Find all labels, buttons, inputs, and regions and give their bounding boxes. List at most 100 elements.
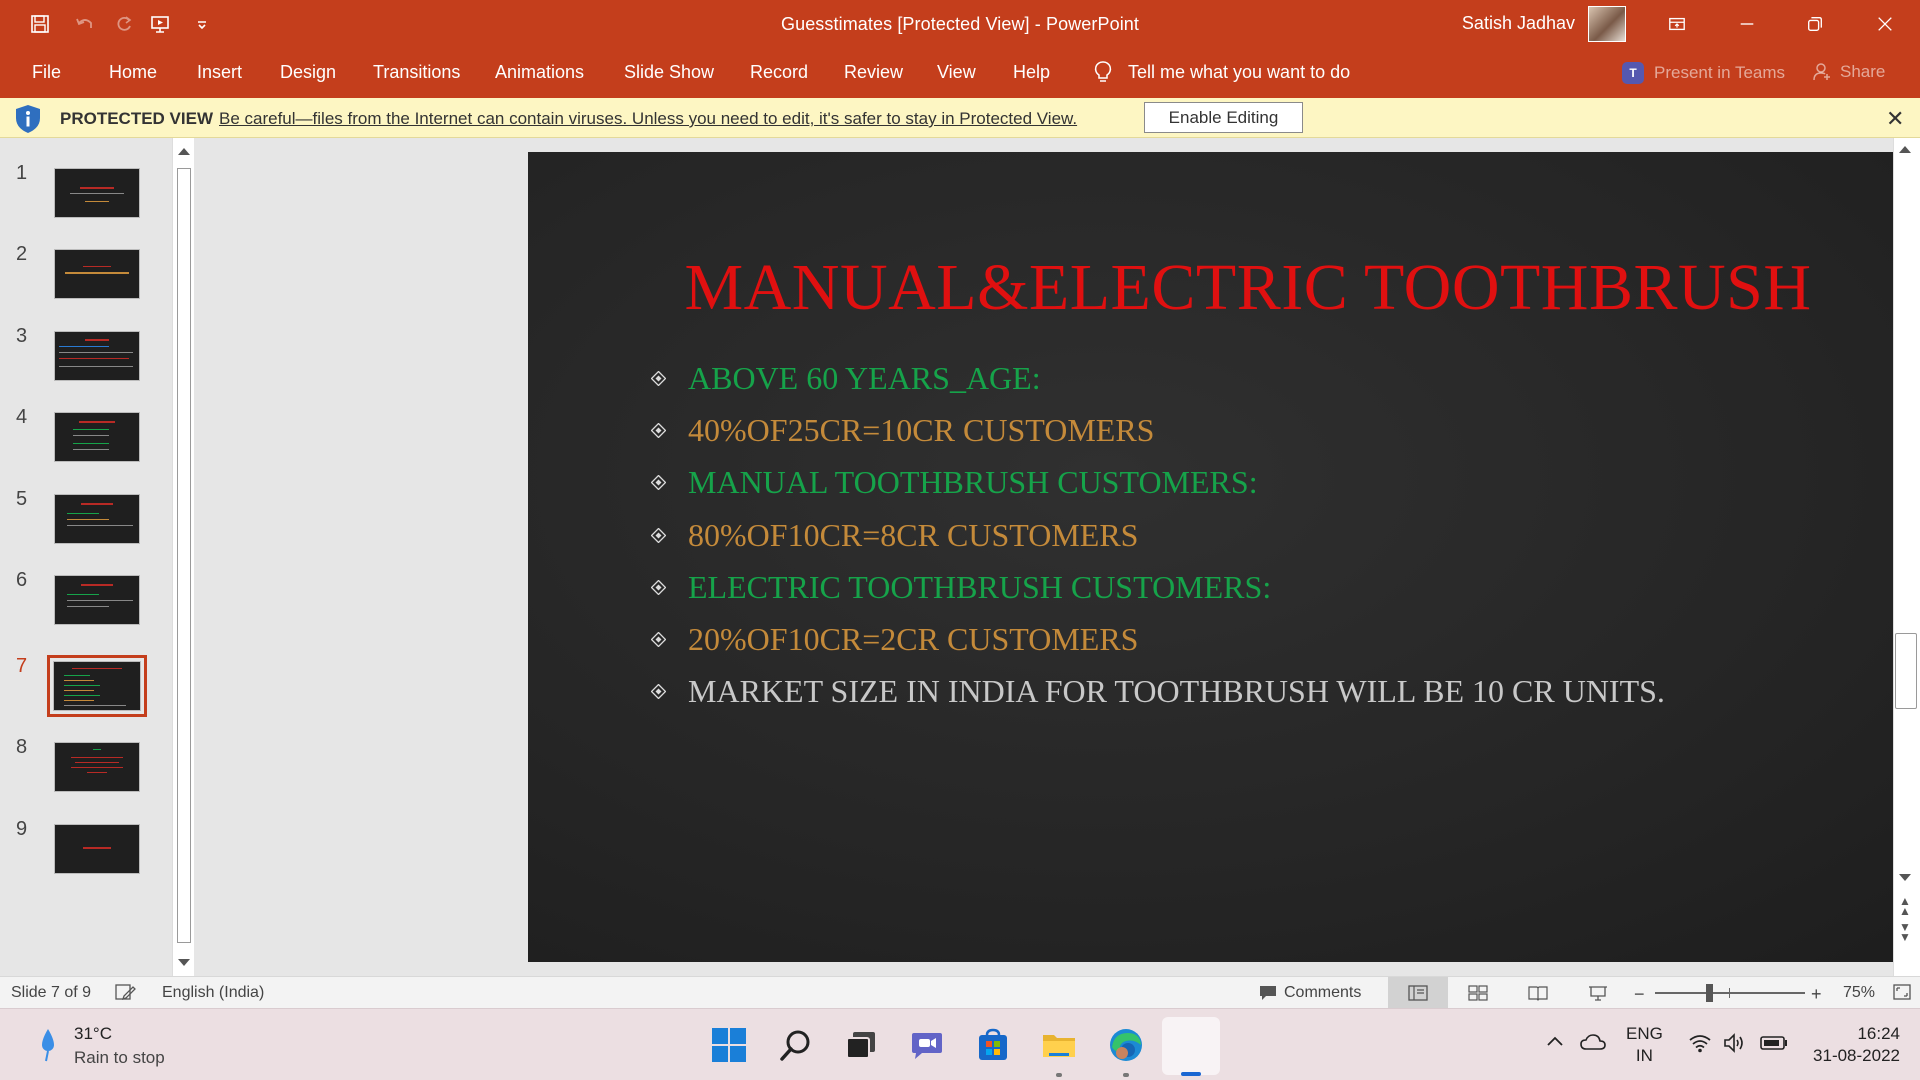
diamond-bullet-icon	[651, 579, 666, 595]
tab-review[interactable]: Review	[844, 62, 903, 83]
edge-browser-button[interactable]	[1106, 1025, 1146, 1065]
status-bar: Slide 7 of 9 English (India) Comments − …	[0, 976, 1920, 1009]
share-button[interactable]: Share	[1812, 62, 1885, 82]
tab-insert[interactable]: Insert	[197, 62, 242, 83]
tab-design[interactable]: Design	[280, 62, 336, 83]
tell-me-text: Tell me what you want to do	[1128, 61, 1351, 82]
tab-transitions[interactable]: Transitions	[373, 62, 460, 83]
weather-description[interactable]: Rain to stop	[74, 1048, 165, 1068]
tell-me-search[interactable]: Tell me what you want to do	[1092, 60, 1350, 84]
slide-scrollbar[interactable]	[1893, 138, 1920, 976]
bullet-item: 20%OF10CR=2CR CUSTOMERS	[651, 613, 1901, 665]
slide-thumbnail-2[interactable]	[54, 249, 140, 299]
zoom-level[interactable]: 75%	[1843, 984, 1875, 1002]
show-hidden-icons-button[interactable]	[1545, 1033, 1565, 1053]
search-button[interactable]	[776, 1025, 816, 1065]
slide-thumbnail-7[interactable]	[53, 661, 141, 711]
zoom-out-button[interactable]: −	[1634, 984, 1645, 1005]
ribbon-display-icon	[1669, 17, 1685, 31]
slide-thumbnail-1[interactable]	[54, 168, 140, 218]
system-clock[interactable]: 16:24 31-08-2022	[1813, 1023, 1900, 1067]
bullet-text: MANUAL TOOTHBRUSH CUSTOMERS:	[688, 464, 1258, 501]
scroll-down-arrow[interactable]	[1899, 874, 1911, 881]
thumbnail-number: 7	[16, 655, 28, 677]
bullet-item: MANUAL TOOTHBRUSH CUSTOMERS:	[651, 456, 1901, 508]
input-language-indicator[interactable]: ENG IN	[1626, 1023, 1663, 1067]
fit-to-window-icon[interactable]	[1891, 982, 1913, 1002]
start-button[interactable]	[709, 1025, 749, 1065]
slide-thumbnail-9[interactable]	[54, 824, 140, 874]
user-name[interactable]: Satish Jadhav	[1462, 13, 1575, 34]
task-view-button[interactable]	[841, 1025, 881, 1065]
battery-button[interactable]	[1760, 1035, 1788, 1056]
bullet-text: 20%OF10CR=2CR CUSTOMERS	[688, 620, 1139, 657]
scrollbar-thumb[interactable]	[1895, 633, 1917, 709]
accessibility-notes-icon[interactable]	[114, 982, 136, 1002]
slide-show-view-button[interactable]	[1568, 977, 1628, 1009]
slide-thumbnail-8[interactable]	[54, 742, 140, 792]
reading-view-button[interactable]	[1508, 977, 1568, 1009]
restore-button[interactable]	[1786, 0, 1844, 48]
diamond-bullet-icon	[651, 527, 666, 543]
grid-icon	[1468, 985, 1488, 1001]
zoom-in-button[interactable]: +	[1811, 984, 1822, 1005]
person-add-icon	[1813, 63, 1830, 81]
slide-thumbnail-6[interactable]	[54, 575, 140, 625]
slide-thumbnail-3[interactable]	[54, 331, 140, 381]
scroll-down-arrow[interactable]	[178, 959, 190, 966]
scroll-up-arrow[interactable]	[178, 148, 190, 155]
powerpoint-taskbar-button[interactable]	[1162, 1017, 1220, 1075]
close-message-bar-button[interactable]: ✕	[1886, 106, 1904, 132]
zoom-slider-track[interactable]	[1655, 992, 1805, 994]
avatar[interactable]	[1588, 6, 1626, 42]
zoom-slider-handle[interactable]	[1706, 984, 1713, 1002]
language-indicator[interactable]: English (India)	[162, 984, 264, 1002]
scroll-up-arrow[interactable]	[1899, 146, 1911, 153]
minimize-button[interactable]	[1718, 0, 1776, 48]
thumbnail-number: 6	[16, 569, 28, 591]
weather-temperature[interactable]: 31°C	[74, 1024, 112, 1044]
protected-view-message[interactable]: Be careful—files from the Internet can c…	[219, 109, 1077, 129]
rain-icon[interactable]	[40, 1027, 56, 1063]
teams-icon: T	[1622, 62, 1644, 84]
ribbon-display-options-button[interactable]	[1648, 0, 1706, 48]
thumbnail-scrollbar[interactable]	[172, 138, 194, 976]
slide-thumbnail-5[interactable]	[54, 494, 140, 544]
slide-thumbnail-4[interactable]	[54, 412, 140, 462]
slide-sorter-button[interactable]	[1448, 977, 1508, 1009]
present-in-teams-button[interactable]: T Present in Teams	[1622, 62, 1785, 84]
protected-view-title: PROTECTED VIEW	[60, 109, 214, 128]
windows-taskbar: 31°C Rain to stop ENG IN 16:24 31-08-202…	[0, 1008, 1920, 1080]
tab-home[interactable]: Home	[109, 62, 157, 83]
normal-view-button[interactable]	[1388, 977, 1448, 1009]
tab-file[interactable]: File	[32, 62, 61, 83]
share-label: Share	[1840, 62, 1886, 81]
current-slide[interactable]: MANUAL&ELECTRIC TOOTHBRUSH ABOVE 60 YEAR…	[528, 152, 1920, 962]
next-slide-button[interactable]: ▼ ▼	[1899, 921, 1911, 943]
scrollbar-thumb[interactable]	[177, 168, 191, 943]
close-window-button[interactable]	[1856, 0, 1914, 48]
microsoft-store-button[interactable]	[973, 1025, 1013, 1065]
close-icon	[1878, 17, 1892, 31]
slide-counter[interactable]: Slide 7 of 9	[11, 984, 91, 1002]
previous-slide-button[interactable]: ▲ ▲	[1899, 895, 1911, 917]
tab-record[interactable]: Record	[750, 62, 808, 83]
bullet-item: 80%OF10CR=8CR CUSTOMERS	[651, 509, 1901, 561]
tab-view[interactable]: View	[937, 62, 976, 83]
onedrive-button[interactable]	[1580, 1033, 1606, 1056]
teams-chat-button[interactable]	[907, 1025, 947, 1065]
wifi-button[interactable]	[1688, 1033, 1712, 1058]
comments-label: Comments	[1284, 984, 1362, 1001]
windows-logo-icon	[712, 1028, 746, 1062]
volume-button[interactable]	[1723, 1033, 1747, 1058]
normal-view-icon	[1408, 985, 1428, 1001]
task-view-icon	[846, 1032, 875, 1059]
tab-help[interactable]: Help	[1013, 62, 1050, 83]
lightbulb-icon	[1094, 61, 1112, 82]
enable-editing-button[interactable]: Enable Editing	[1144, 102, 1303, 133]
tab-animations[interactable]: Animations	[495, 62, 584, 83]
comments-button[interactable]: Comments	[1258, 984, 1361, 1002]
tab-slide-show[interactable]: Slide Show	[624, 62, 714, 83]
file-explorer-button[interactable]	[1039, 1025, 1079, 1065]
thumbnail-number: 4	[16, 406, 28, 428]
